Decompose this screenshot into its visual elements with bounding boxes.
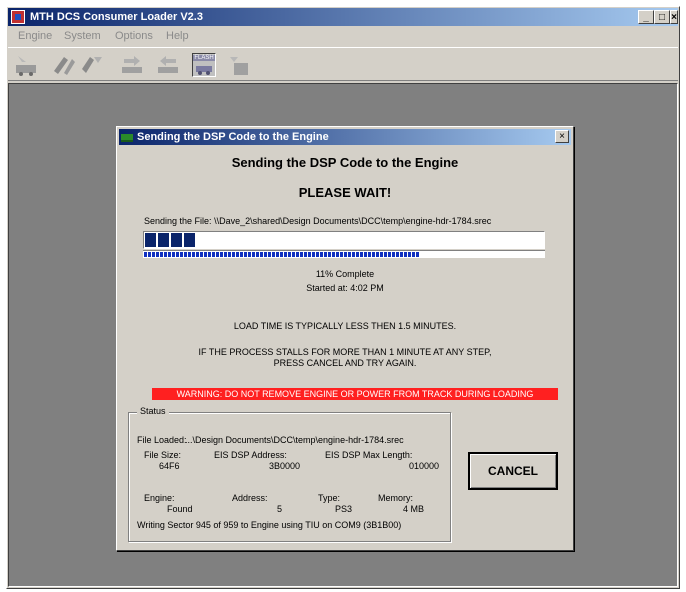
sector-progress-bar (143, 250, 545, 258)
dialog-titlebar[interactable]: Sending the DSP Code to the Engine × (119, 129, 571, 145)
menu-system[interactable]: System (64, 30, 101, 42)
file-size-label: File Size: (144, 450, 182, 460)
app-titlebar[interactable]: MTH DCS Consumer Loader V2.3 _ □ × (8, 8, 678, 26)
load-time-note: LOAD TIME IS TYPICALLY LESS THEN 1.5 MIN… (233, 321, 457, 331)
toolbar: FLASH (8, 47, 678, 81)
file-to-engine-icon[interactable] (120, 53, 144, 77)
status-group: Status File Loaded: ...\Design Documents… (128, 406, 451, 542)
menu-help[interactable]: Help (166, 30, 189, 42)
progress-chunk (171, 233, 182, 247)
dialog-close-button[interactable]: × (555, 130, 569, 143)
eis-dsp-address-value: 3B0000 (269, 461, 301, 471)
writing-sector-status: Writing Sector 945 of 959 to Engine usin… (137, 520, 402, 530)
eis-dsp-address-label: EIS DSP Address: (214, 450, 287, 460)
progress-chunk (158, 233, 169, 247)
address-label: Address: (232, 493, 268, 503)
sending-file-label: Sending the File: (144, 216, 212, 226)
warning-banner: WARNING: DO NOT REMOVE ENGINE OR POWER F… (152, 388, 558, 400)
file-loaded-label: File Loaded: (137, 435, 187, 445)
menu-bar: Engine System Options Help (8, 27, 678, 46)
maximize-button[interactable]: □ (654, 10, 670, 24)
engine-label: Engine: (144, 493, 175, 503)
sending-file-path: \\Dave_2\shared\Design Documents\DCC\tem… (214, 216, 492, 226)
sending-file-line: Sending the File: \\Dave_2\shared\Design… (144, 216, 491, 226)
menu-engine[interactable]: Engine (18, 30, 52, 42)
app-title: MTH DCS Consumer Loader V2.3 (30, 11, 203, 23)
memory-value: 4 MB (403, 504, 425, 514)
app-icon[interactable] (11, 10, 25, 24)
dsp-load-dialog: Sending the DSP Code to the Engine × Sen… (116, 126, 574, 551)
overall-progress-bar (143, 231, 545, 249)
percent-complete: 11% Complete (315, 269, 375, 279)
memory-label: Memory: (378, 493, 414, 503)
engine-reset-icon[interactable] (228, 53, 252, 77)
sector-progress-fill (144, 252, 420, 257)
overall-progress-fill (145, 233, 197, 247)
type-label: Type: (318, 493, 341, 503)
file-size-value: 64F6 (159, 461, 180, 471)
dialog-title: Sending the DSP Code to the Engine (137, 131, 329, 143)
cancel-button[interactable]: CANCEL (468, 452, 558, 490)
progress-chunk (184, 233, 195, 247)
dialog-heading: Sending the DSP Code to the Engine (231, 155, 459, 170)
minimize-button[interactable]: _ (638, 10, 654, 24)
status-legend: Status (137, 406, 169, 416)
file-upload-icon[interactable] (156, 53, 180, 77)
type-value: PS3 (335, 504, 353, 514)
progress-chunk (145, 233, 156, 247)
engine-value: Found (167, 504, 193, 514)
engine-to-file-icon[interactable] (80, 53, 104, 77)
eis-dsp-max-length-label: EIS DSP Max Length: (325, 450, 413, 460)
address-value: 5 (277, 504, 283, 514)
stall-note-line-1: IF THE PROCESS STALLS FOR MORE THAN 1 MI… (198, 347, 492, 357)
engine-read-icon[interactable] (14, 53, 38, 77)
please-wait-text: PLEASE WAIT! (298, 185, 392, 200)
stall-note-line-2: PRESS CANCEL AND TRY AGAIN. (273, 358, 417, 368)
started-time: Started at: 4:02 PM (306, 283, 384, 293)
eis-dsp-max-length-value: 010000 (409, 461, 440, 471)
engine-cars-icon[interactable] (52, 53, 76, 77)
file-loaded-value: ...\Design Documents\DCC\temp\engine-hdr… (185, 435, 404, 445)
menu-options[interactable]: Options (115, 30, 153, 42)
flash-engine-icon[interactable]: FLASH (192, 53, 216, 77)
engine-icon (121, 134, 133, 142)
close-button[interactable]: × (670, 10, 678, 24)
